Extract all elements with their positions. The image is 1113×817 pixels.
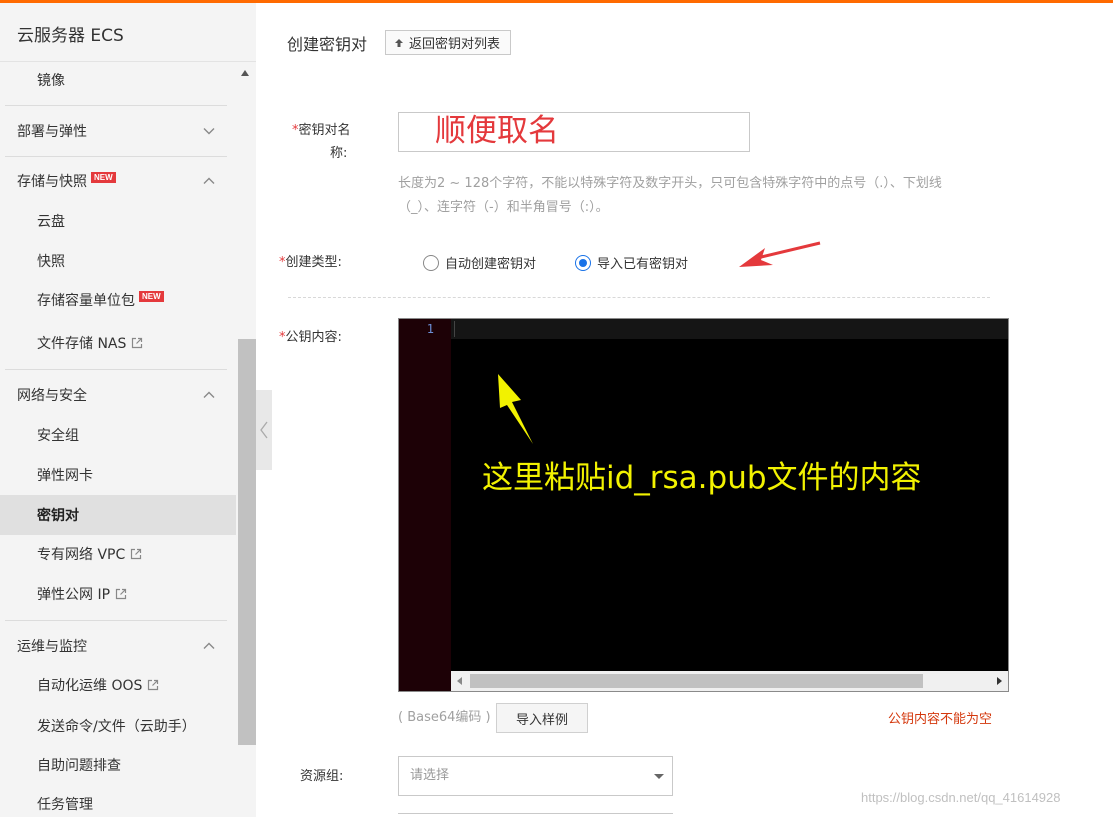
sidebar-item-snapshot[interactable]: 快照	[37, 252, 65, 272]
sidebar-item-storage-capacity[interactable]: 存储容量单位包 NEW	[37, 291, 164, 311]
sidebar-item-label: 存储与快照	[17, 174, 87, 190]
scroll-right-arrow-icon[interactable]	[997, 677, 1002, 685]
sidebar-item-eni[interactable]: 弹性网卡	[37, 466, 93, 486]
chevron-up-icon[interactable]	[203, 175, 215, 187]
keypair-name-hint: 长度为2 ~ 128个字符，不能以特殊字符及数字开头，只可包含特殊字符中的点号（…	[398, 176, 942, 215]
divider	[5, 620, 227, 621]
import-sample-button[interactable]: 导入样例	[496, 703, 588, 733]
new-badge: NEW	[139, 291, 164, 302]
editor-gutter	[399, 319, 451, 675]
radio-auto-create[interactable]: 自动创建密钥对	[423, 253, 536, 272]
external-link-icon	[115, 588, 127, 600]
select-placeholder: 请选择	[410, 768, 450, 783]
sidebar-item-label: 自动化运维 OOS	[37, 678, 143, 694]
editor-cursor	[454, 321, 455, 337]
sidebar-item-troubleshoot[interactable]: 自助问题排查	[37, 756, 121, 776]
radio-import-existing[interactable]: 导入已有密钥对	[575, 253, 688, 272]
resource-group-select[interactable]: 请选择	[398, 756, 673, 796]
pubkey-label: *公钥内容:	[279, 330, 342, 345]
sidebar-scrollbar-thumb[interactable]	[238, 339, 256, 745]
divider	[288, 297, 990, 298]
sidebar-item-eip[interactable]: 弹性公网 IP	[37, 585, 127, 605]
radio-label: 自动创建密钥对	[445, 257, 537, 272]
external-link-icon	[147, 679, 159, 691]
external-link-icon	[130, 548, 142, 560]
sidebar-item-label: 弹性公网 IP	[37, 587, 111, 603]
page-title: 创建密钥对	[287, 35, 368, 54]
base64-note: ( Base64编码 )	[398, 710, 491, 725]
sidebar: 云服务器 ECS 镜像 部署与弹性 存储与快照 NEW 云盘 快照 存储容量单位包…	[0, 3, 256, 817]
sidebar-item-oos[interactable]: 自动化运维 OOS	[37, 676, 159, 696]
resource-group-label: 资源组:	[300, 769, 344, 784]
sidebar-item-label: 存储容量单位包	[37, 293, 135, 309]
sidebar-group-storage[interactable]: 存储与快照 NEW	[17, 172, 116, 192]
editor-scrollbar-thumb[interactable]	[470, 674, 923, 688]
sidebar-item-disk[interactable]: 云盘	[37, 212, 65, 232]
chevron-left-icon	[260, 421, 268, 439]
watermark: https://blog.csdn.net/qq_41614928	[861, 790, 1061, 805]
divider	[5, 369, 227, 370]
sidebar-item-nas[interactable]: 文件存储 NAS	[37, 334, 143, 354]
create-type-label: *创建类型:	[279, 255, 342, 270]
paste-here-annotation: 这里粘贴id_rsa.pub文件的内容	[482, 460, 922, 496]
sidebar-collapse-handle[interactable]	[256, 390, 272, 470]
sidebar-group-network[interactable]: 网络与安全	[17, 386, 87, 406]
back-to-list-button[interactable]: 返回密钥对列表	[385, 30, 512, 55]
annotation-arrow-icon	[498, 374, 533, 444]
keypair-name-input[interactable]: 顺便取名	[398, 112, 750, 152]
sidebar-item-keypair[interactable]: 密钥对	[37, 506, 79, 526]
sidebar-item-cloud-assistant[interactable]: 发送命令/文件（云助手）	[37, 717, 196, 737]
chevron-up-icon[interactable]	[203, 640, 215, 652]
next-field-edge	[398, 813, 673, 817]
divider	[5, 105, 227, 106]
sidebar-group-ops[interactable]: 运维与监控	[17, 637, 87, 657]
editor-active-line	[451, 319, 1008, 339]
caret-down-icon	[654, 774, 664, 779]
sidebar-item-tasks[interactable]: 任务管理	[37, 795, 93, 815]
new-badge: NEW	[91, 172, 116, 183]
sidebar-group-deploy[interactable]: 部署与弹性	[17, 122, 87, 142]
keypair-name-label-cont: 称:	[330, 146, 348, 161]
editor-horizontal-scrollbar[interactable]	[451, 671, 1008, 691]
chevron-up-icon[interactable]	[203, 389, 215, 401]
sidebar-item-security-group[interactable]: 安全组	[37, 426, 79, 446]
divider	[5, 156, 227, 157]
radio-label: 导入已有密钥对	[597, 257, 689, 272]
sidebar-title: 云服务器 ECS	[17, 26, 124, 46]
external-link-icon	[131, 337, 143, 349]
sidebar-item-images[interactable]: 镜像	[37, 71, 65, 91]
chevron-down-icon[interactable]	[203, 125, 215, 137]
radio-button[interactable]	[423, 254, 439, 271]
scroll-up-arrow-icon[interactable]	[241, 70, 249, 76]
sidebar-active-highlight	[0, 495, 236, 535]
keypair-name-label: *密钥对名	[292, 123, 351, 138]
pubkey-error-message: 公钥内容不能为空	[888, 712, 993, 727]
editor-gutter-corner	[399, 671, 451, 691]
sidebar-item-label: 文件存储 NAS	[37, 336, 127, 352]
radio-button-checked[interactable]	[575, 254, 591, 271]
sidebar-item-vpc[interactable]: 专有网络 VPC	[37, 545, 142, 565]
back-button-label: 返回密钥对列表	[409, 37, 501, 52]
sidebar-item-label: 专有网络 VPC	[37, 547, 126, 563]
divider	[0, 61, 256, 62]
editor-line-number: 1	[426, 322, 434, 336]
back-up-arrow-icon	[395, 38, 403, 47]
annotation-arrow-icon	[739, 241, 821, 267]
scroll-left-arrow-icon[interactable]	[457, 677, 462, 685]
